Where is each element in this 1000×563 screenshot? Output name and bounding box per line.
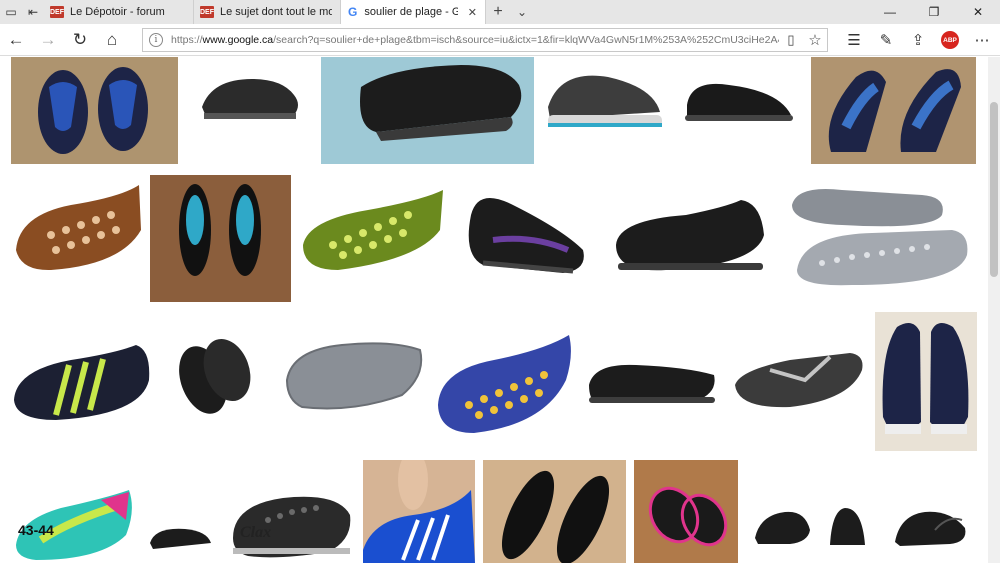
adblock-extension-button[interactable]: ABP (934, 24, 966, 56)
image-results-grid: 43-44 Clax (0, 57, 988, 563)
navigation-bar: ← → ↻ ⌂ i https://www.google.ca/search?q… (0, 24, 1000, 56)
result-image[interactable] (730, 315, 870, 450)
minimize-button[interactable]: — (868, 0, 912, 24)
tab-preview-icon[interactable]: ▭ (0, 0, 22, 24)
result-image[interactable] (782, 175, 977, 302)
google-favicon-icon: G (348, 5, 358, 19)
result-image[interactable] (586, 315, 719, 450)
result-image[interactable] (228, 460, 353, 563)
result-image[interactable] (11, 57, 178, 164)
close-tab-icon[interactable]: ✕ (468, 6, 477, 19)
site-favicon-icon: DEF (50, 6, 64, 18)
result-image[interactable] (669, 57, 808, 164)
result-image[interactable] (363, 460, 475, 563)
result-image[interactable] (150, 175, 291, 302)
tab-title: Le Dépotoir - forum (70, 6, 165, 18)
result-image[interactable] (483, 460, 626, 563)
hub-icon[interactable]: ☰ (838, 24, 870, 56)
result-image[interactable] (811, 57, 976, 164)
favorite-star-icon[interactable]: ☆ (803, 31, 827, 49)
refresh-button[interactable]: ↻ (64, 24, 96, 56)
result-image[interactable] (282, 315, 426, 450)
toolbar-actions: ☰ ✎ ⇪ ABP ⋯ (838, 24, 998, 56)
more-menu-icon[interactable]: ⋯ (966, 24, 998, 56)
site-info-icon[interactable]: i (149, 33, 163, 47)
adblock-icon: ABP (941, 31, 959, 49)
maximize-button[interactable]: ❐ (912, 0, 956, 24)
back-button[interactable]: ← (0, 24, 32, 56)
tab-bar: ▭ ⇤ DEF Le Dépotoir - forum DEF Le sujet… (0, 0, 1000, 24)
result-image[interactable] (321, 57, 534, 164)
result-image[interactable] (11, 175, 145, 298)
tab-title: Le sujet dont tout le monde (220, 6, 332, 18)
set-aside-tabs-icon[interactable]: ⇤ (22, 0, 44, 24)
result-image[interactable] (875, 312, 977, 451)
brand-label-text: Clax (240, 524, 272, 541)
result-image[interactable] (606, 175, 772, 298)
result-image[interactable] (634, 460, 738, 563)
address-bar[interactable]: i https://www.google.ca/search?q=soulier… (142, 28, 828, 52)
scrollbar-thumb[interactable] (990, 102, 998, 277)
tab-depotoir-forum[interactable]: DEF Le Dépotoir - forum (44, 0, 194, 24)
result-image[interactable] (298, 175, 448, 298)
size-label-text: 43-44 (18, 522, 54, 538)
tab-sujet[interactable]: DEF Le sujet dont tout le monde (194, 0, 341, 24)
forward-button[interactable]: → (32, 24, 64, 56)
share-icon[interactable]: ⇪ (902, 24, 934, 56)
url-text[interactable]: https://www.google.ca/search?q=soulier+d… (171, 34, 779, 46)
result-image[interactable] (750, 460, 976, 563)
result-image[interactable] (434, 315, 574, 450)
result-image[interactable] (11, 460, 136, 563)
web-notes-icon[interactable]: ✎ (870, 24, 902, 56)
tab-google-images[interactable]: G soulier de plage - Goog ✕ (341, 0, 486, 24)
tab-title: soulier de plage - Goog (364, 6, 457, 18)
page-scrollbar[interactable] (988, 57, 1000, 563)
close-window-button[interactable]: ✕ (956, 0, 1000, 24)
result-image[interactable] (145, 515, 215, 563)
result-image[interactable] (165, 315, 270, 450)
result-image[interactable] (453, 175, 596, 298)
tab-list-chevron-icon[interactable]: ⌄ (510, 5, 534, 19)
home-button[interactable]: ⌂ (96, 24, 128, 56)
site-favicon-icon: DEF (200, 6, 214, 18)
result-image[interactable] (538, 57, 665, 164)
result-image[interactable] (182, 57, 317, 164)
result-image[interactable] (11, 315, 152, 450)
new-tab-button[interactable]: + (486, 3, 510, 21)
reading-view-icon[interactable]: ▯ (779, 32, 803, 48)
